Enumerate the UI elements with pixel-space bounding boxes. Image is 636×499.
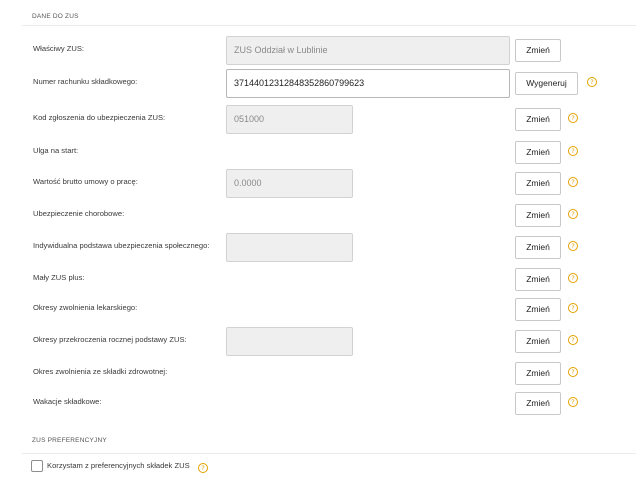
row-label: Ulga na start: [33, 146, 79, 155]
section-title-dane-do-zus: DANE DO ZUS [32, 13, 79, 20]
info-icon[interactable]: ? [568, 367, 578, 377]
indywidualna-podstawa-field [226, 233, 353, 262]
row-indywidualna-podstawa: Indywidualna podstawa ubezpieczenia społ… [0, 233, 636, 262]
row-ulga-na-start: Ulga na start: Zmień ? [0, 138, 636, 164]
zmien-button[interactable]: Zmień [515, 298, 561, 321]
zmien-button[interactable]: Zmień [515, 141, 561, 164]
info-icon[interactable]: ? [568, 303, 578, 313]
row-okres-zwolnienia-zdrowotnej: Okres zwolnienia ze składki zdrowotnej: … [0, 359, 636, 385]
info-icon[interactable]: ? [568, 113, 578, 123]
row-ubezpieczenie-chorobowe: Ubezpieczenie chorobowe: Zmień ? [0, 201, 636, 227]
zmien-button[interactable]: Zmień [515, 39, 561, 62]
account-number-input[interactable]: 37144012312848352860799623 [226, 69, 510, 98]
row-okresy-zwolnienia: Okresy zwolnienia lekarskiego: Zmień ? [0, 295, 636, 321]
info-icon[interactable]: ? [568, 397, 578, 407]
row-label: Okresy przekroczenia rocznej podstawy ZU… [33, 335, 187, 344]
row-label: Wartość brutto umowy o pracę: [33, 177, 138, 186]
zmien-button[interactable]: Zmień [515, 362, 561, 385]
row-label: Wakacje składkowe: [33, 397, 102, 406]
zmien-button[interactable]: Zmień [515, 204, 561, 227]
row-label: Ubezpieczenie chorobowe: [33, 209, 125, 218]
row-maly-zus-plus: Mały ZUS plus: Zmień ? [0, 265, 636, 291]
preferencyjne-skladki-label[interactable]: Korzystam z preferencyjnych składek ZUS [47, 459, 190, 473]
zmien-button[interactable]: Zmień [515, 268, 561, 291]
row-label: Numer rachunku składkowego: [33, 77, 138, 86]
zmien-button[interactable]: Zmień [515, 392, 561, 415]
info-icon[interactable]: ? [568, 146, 578, 156]
row-okresy-przekroczenia: Okresy przekroczenia rocznej podstawy ZU… [0, 327, 636, 356]
info-icon[interactable]: ? [568, 177, 578, 187]
info-icon[interactable]: ? [568, 335, 578, 345]
info-icon[interactable]: ? [568, 273, 578, 283]
wartosc-brutto-field: 0.0000 [226, 169, 353, 198]
row-wakacje-skladkowe: Wakacje składkowe: Zmień ? [0, 389, 636, 415]
row-label: Okres zwolnienia ze składki zdrowotnej: [33, 367, 168, 376]
okresy-przekroczenia-field [226, 327, 353, 356]
zmien-button[interactable]: Zmień [515, 236, 561, 259]
wygeneruj-button[interactable]: Wygeneruj [515, 72, 578, 95]
row-label: Indywidualna podstawa ubezpieczenia społ… [33, 241, 210, 250]
zmien-button[interactable]: Zmień [515, 108, 561, 131]
preferencyjne-skladki-checkbox[interactable] [31, 460, 43, 472]
info-icon[interactable]: ? [568, 209, 578, 219]
row-wlasciwy-zus: Właściwy ZUS: ZUS Oddział w Lublinie Zmi… [0, 36, 636, 65]
info-icon[interactable]: ? [568, 241, 578, 251]
section-divider [22, 25, 636, 26]
kod-zgloszenia-field: 051000 [226, 105, 353, 134]
row-label: Mały ZUS plus: [33, 273, 85, 282]
zmien-button[interactable]: Zmień [515, 172, 561, 195]
row-kod-zgloszenia: Kod zgłoszenia do ubezpieczenia ZUS: 051… [0, 105, 636, 134]
row-numer-rachunku: Numer rachunku składkowego: 371440123128… [0, 69, 636, 98]
info-icon[interactable]: ? [198, 463, 208, 473]
row-wartosc-brutto: Wartość brutto umowy o pracę: 0.0000 Zmi… [0, 169, 636, 198]
info-icon[interactable]: ? [587, 77, 597, 87]
zmien-button[interactable]: Zmień [515, 330, 561, 353]
row-label: Kod zgłoszenia do ubezpieczenia ZUS: [33, 113, 166, 122]
wlasciwy-zus-field: ZUS Oddział w Lublinie [226, 36, 510, 65]
section-divider [22, 453, 636, 454]
row-label: Właściwy ZUS: [33, 44, 85, 53]
section-title-zus-preferencyjny: ZUS PREFERENCYJNY [32, 437, 107, 444]
row-label: Okresy zwolnienia lekarskiego: [33, 303, 138, 312]
